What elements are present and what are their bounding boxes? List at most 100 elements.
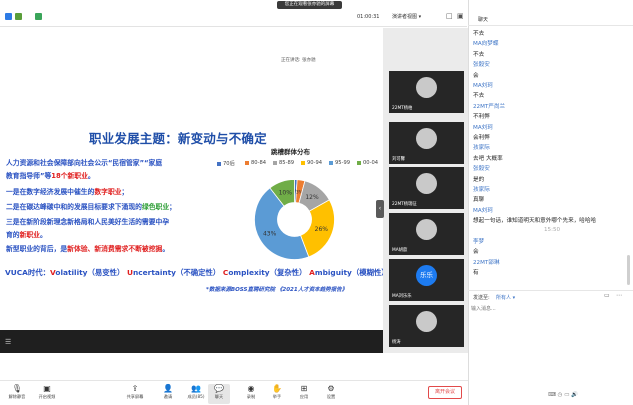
collapse-panel-button[interactable]: ‹ [376,200,384,218]
legend-item-4: 95-99 [329,160,350,166]
legend-swatch [357,160,361,165]
participant-tile[interactable]: 22MT杨瑞征 [389,167,464,209]
apps-label: 应用 [299,394,309,399]
avatar [416,219,437,240]
fullscreen-icon[interactable]: □ [446,12,453,20]
more-options-icon[interactable]: ⋯ [616,292,622,299]
legend-swatch [329,160,333,165]
chat-sender-name[interactable]: MA刘珂 [473,123,493,131]
chat-icon: 💬 [214,384,224,393]
hand-icon: ✋ [272,384,282,393]
chat-scrollbar[interactable] [627,255,630,285]
chat-message-text: 不去 [473,51,485,58]
restore-icon[interactable]: ▣ [457,12,464,20]
raise-hand-label: 举手 [272,394,282,399]
chat-message-text: 不利弊 [473,114,490,121]
slide-paragraph-4b: 育的新职业。 [6,231,47,239]
chat-sender-name[interactable]: MA向梦蝶 [473,39,498,47]
chat-sender-name[interactable]: 22MT严尚兰 [473,102,505,110]
chat-button[interactable]: 💬 聊天 [208,384,230,404]
chat-sender-name[interactable]: MA刘珂 [473,206,493,214]
legend-swatch [273,160,277,165]
viewing-screen-banner[interactable]: 您正在观看张亦驰的屏幕 [277,1,342,9]
stage-bottom-strip [0,330,383,353]
leave-meeting-button[interactable]: 离开会议 [428,386,462,399]
share-label: 共享屏幕 [126,394,144,399]
share-button[interactable]: ⇪ 共享屏幕 [124,384,146,404]
signal-strength-icon[interactable] [35,13,42,20]
chat-message-input[interactable] [471,303,629,315]
legend-item-0: 70后 [217,160,235,167]
pie-data-label: 26% [315,226,329,233]
raise-hand-button[interactable]: ✋ 举手 [266,384,288,404]
chat-message-text: 不去 [473,93,485,100]
participant-name: MA胡歆 [392,248,408,253]
slide-paragraph-1b: 教育指导师”等18个新职业。 [6,172,95,180]
chat-message-text: 真聊 [473,197,485,204]
chat-sender-name[interactable]: 李梦 [473,237,484,245]
chat-timestamp: 15:50 [544,226,561,233]
gear-icon: ⚙ [327,384,335,393]
slide-paragraph-2: 一是在数字经济发展中催生的数字职业； [6,188,129,196]
chart-title: 跳槽群体分布 [271,148,310,156]
record-button[interactable]: ◉ 录制 [240,384,262,404]
speaker-view-toggle[interactable]: 演讲者视图 ▾ [392,13,421,20]
invite-label: 邀请 [163,394,173,399]
chat-panel [468,0,633,405]
system-tray-icons: ⌨ ◷ ▭ 🔊 [548,392,579,398]
legend-item-5: 00-04 [357,160,378,166]
participant-tile[interactable]: MA胡歆 [389,213,464,255]
chat-sender-name[interactable]: 张毅安 [473,164,490,172]
presenter-label: 正在讲话: 张亦驰 [281,58,316,63]
chat-sender-name[interactable]: 孩家际 [473,185,490,193]
chat-sender-name[interactable]: 张毅安 [473,60,490,68]
camera-icon: ▣ [43,384,51,393]
legend-item-3: 90-94 [301,160,322,166]
legend-label: 00-04 [363,160,379,166]
chat-message-text: 想起一句话，谁知道明天和意外哪个先来，哈哈哈 [473,218,597,225]
invite-button[interactable]: 👤 邀请 [157,384,179,404]
data-source-note: *数据来源BOSS直聘研究院 《2021人才资本趋势报告》 [206,287,348,293]
menu-icon[interactable]: ☰ [5,338,11,346]
avatar: 乐乐 [416,265,437,286]
video-button[interactable]: ▣ 开启视频 [36,384,58,404]
meeting-toolbar [0,380,468,405]
send-to-label: 发送至: [473,295,490,301]
file-icon[interactable]: ▭ [604,292,610,299]
chat-message-text: 会利弊 [473,135,490,141]
info-icon[interactable] [5,13,12,20]
chat-sender-name[interactable]: 22MT邵琳 [473,258,500,266]
chat-message-text: 不去 [473,31,485,37]
participant-tile[interactable]: 乐乐 MA刘乐乐 [389,259,464,301]
chat-header [468,12,633,26]
chat-sender-name[interactable]: 孩家际 [473,143,490,151]
legend-label: 95-99 [335,160,351,166]
security-shield-icon[interactable] [15,13,22,20]
chat-sender-name[interactable]: MA刘珂 [473,81,493,89]
chat-label: 聊天 [214,394,224,399]
legend-label: 70后 [223,161,235,167]
mute-label: 解除静音 [8,394,26,399]
participant-name: MA刘乐乐 [392,294,412,299]
legend-label: 80-84 [251,160,267,166]
avatar [416,311,437,332]
participant-tile[interactable]: 刘可馨 [389,122,464,164]
chat-message-text: 是的 [473,176,485,183]
participant-tile[interactable]: 22MT杨柏 [389,71,464,113]
slide-paragraph-5: 新型职业的背后，是新体验、新消费需求不断被挖掘。 [6,245,170,253]
members-button[interactable]: 👥 成员(85) [185,384,207,404]
apps-button[interactable]: ⊞ 应用 [293,384,315,404]
chat-message-text: 有 [473,270,479,277]
avatar [416,173,437,194]
mute-button[interactable]: 🎙 解除静音 [6,384,28,404]
participant-tile[interactable]: 杨涛 [389,305,464,347]
meeting-timer: 01:00:31 [357,14,380,20]
meeting-window: { "window": { "viewing_banner": "您正在观看张亦… [0,0,633,405]
send-to-dropdown[interactable]: 所有人 ▾ [496,294,515,301]
legend-item-2: 85-89 [273,160,294,166]
settings-button[interactable]: ⚙ 设置 [320,384,342,404]
members-label: 成员(85) [187,394,205,399]
video-label: 开启视频 [38,394,56,399]
participant-name: 22MT杨瑞征 [392,202,417,207]
legend-swatch [301,160,305,165]
